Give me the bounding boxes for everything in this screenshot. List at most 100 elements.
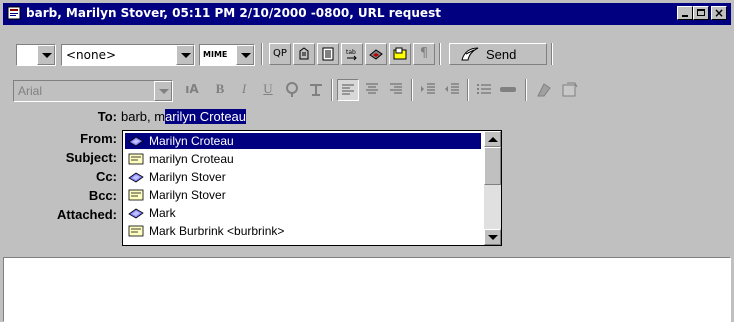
maximize-button[interactable] [693, 6, 709, 20]
encoding-combo[interactable]: MIME [199, 44, 255, 66]
encoding-value: MIME [203, 50, 228, 59]
chevron-down-icon [181, 53, 191, 58]
font-value: Arial [18, 84, 43, 98]
keep-copy-icon [369, 49, 383, 60]
align-right-button[interactable] [385, 79, 407, 101]
tab-icon: tab [346, 49, 357, 61]
chevron-down-icon [241, 53, 251, 58]
attachment-icon [299, 47, 309, 60]
show-formatting-button[interactable]: ¶ [413, 43, 435, 65]
return-receipt-button[interactable] [389, 43, 411, 65]
font-dropdown-button[interactable] [154, 81, 172, 101]
insert-link-button[interactable] [533, 79, 555, 101]
encoding-dropdown-button[interactable] [236, 45, 254, 65]
quoted-printable-button[interactable]: QP [269, 43, 291, 65]
align-center-button[interactable] [361, 79, 383, 101]
outdent-button[interactable] [441, 79, 463, 101]
message-headers: To: From: Subject: Cc: Bcc: Attached: ba… [5, 106, 729, 252]
toolbar-separator [525, 79, 527, 101]
color-button[interactable] [281, 79, 303, 101]
clear-formatting-button[interactable] [305, 79, 327, 101]
keep-copy-button[interactable] [365, 43, 387, 65]
card-icon [128, 225, 144, 237]
horizontal-rule-icon [500, 87, 516, 92]
paragraph-icon: ¶ [419, 46, 429, 61]
nickname-icon [128, 207, 144, 219]
bold-icon: B [215, 81, 225, 96]
address-autocomplete-list[interactable]: Marilyn Croteau marilyn Croteau Marilyn St… [122, 130, 502, 246]
scroll-down-button[interactable] [484, 229, 501, 245]
text-attachment-button[interactable] [293, 43, 315, 65]
qp-label: QP [273, 48, 287, 59]
autocomplete-item-label: Marilyn Croteau [149, 134, 234, 148]
insert-object-button[interactable] [559, 79, 581, 101]
to-label: To: [97, 109, 117, 124]
title-bar[interactable]: barb, Marilyn Stover, 05:11 PM 2/10/2000… [3, 3, 731, 25]
horizontal-rule-button[interactable] [497, 79, 519, 101]
message-toolbar: <none> MIME QP tab ¶ Send [3, 40, 731, 68]
indent-icon [421, 83, 435, 94]
indent-button[interactable] [417, 79, 439, 101]
autocomplete-item-label: Mark [149, 206, 176, 220]
color-icon [286, 82, 298, 97]
to-field[interactable]: barb, marilyn Croteau [121, 109, 247, 124]
align-left-button[interactable] [337, 79, 359, 101]
tab-in-body-button[interactable]: tab [341, 43, 363, 65]
underline-button[interactable]: U [257, 79, 279, 101]
autocomplete-item[interactable]: marilyn Croteau [125, 151, 481, 167]
autocomplete-item-label: Marilyn Stover [149, 170, 226, 184]
toolbar-separator [261, 43, 263, 65]
autocomplete-item[interactable]: Marilyn Croteau [125, 133, 481, 149]
font-combo[interactable]: Arial [13, 80, 173, 102]
link-icon [537, 83, 551, 97]
close-button[interactable]: × [711, 6, 727, 20]
autocomplete-item[interactable]: Mark [125, 205, 481, 221]
chevron-up-icon [488, 137, 498, 142]
to-value-typed: barb, m [121, 109, 166, 124]
send-icon [461, 47, 479, 61]
stationery-combo[interactable]: <none> [61, 44, 195, 66]
minimize-icon [682, 15, 688, 17]
scroll-thumb[interactable] [484, 147, 501, 185]
signature-dropdown-button[interactable] [37, 45, 55, 65]
message-window: barb, Marilyn Stover, 05:11 PM 2/10/2000… [0, 0, 734, 322]
autocomplete-item[interactable]: Marilyn Stover [125, 187, 481, 203]
window-title: barb, Marilyn Stover, 05:11 PM 2/10/2000… [26, 6, 441, 20]
font-size-icon: ıA [185, 82, 199, 96]
bullet-list-button[interactable] [473, 79, 495, 101]
scroll-up-button[interactable] [484, 131, 501, 147]
bullet-list-icon [477, 84, 491, 94]
card-icon [128, 153, 144, 165]
autocomplete-item-label: marilyn Croteau [149, 152, 234, 166]
app-icon [7, 6, 21, 20]
minimize-button[interactable] [677, 6, 693, 20]
receipt-icon [393, 47, 407, 60]
word-wrap-button[interactable] [317, 43, 339, 65]
italic-button[interactable]: I [233, 79, 255, 101]
outdent-icon [445, 83, 459, 94]
bcc-label: Bcc: [88, 188, 117, 203]
bold-button[interactable]: B [209, 79, 231, 101]
toolbar-separator [331, 79, 333, 101]
autocomplete-item[interactable]: Mark Burbrink <burbrink> [125, 223, 481, 239]
stationery-dropdown-button[interactable] [176, 45, 194, 65]
toolbar-separator [411, 79, 413, 101]
autocomplete-item-label: Mark Burbrink <burbrink> [149, 224, 285, 238]
toolbar-separator [551, 43, 553, 65]
toolbar-separator [439, 43, 441, 65]
send-button[interactable]: Send [449, 43, 547, 65]
align-center-icon [366, 83, 378, 94]
document-icon [322, 47, 334, 61]
stationery-value: <none> [66, 48, 117, 62]
card-icon [128, 189, 144, 201]
message-body[interactable] [3, 257, 731, 322]
close-icon: × [713, 6, 725, 20]
clear-format-icon [310, 84, 322, 96]
font-size-button[interactable]: ıA [181, 79, 203, 101]
signature-combo[interactable] [16, 44, 56, 66]
align-left-icon [342, 84, 354, 95]
formatting-toolbar: Arial ıA B I U [3, 76, 731, 104]
toolbar-separator [467, 79, 469, 101]
autocomplete-item[interactable]: Marilyn Stover [125, 169, 481, 185]
vertical-scrollbar[interactable] [484, 131, 501, 245]
